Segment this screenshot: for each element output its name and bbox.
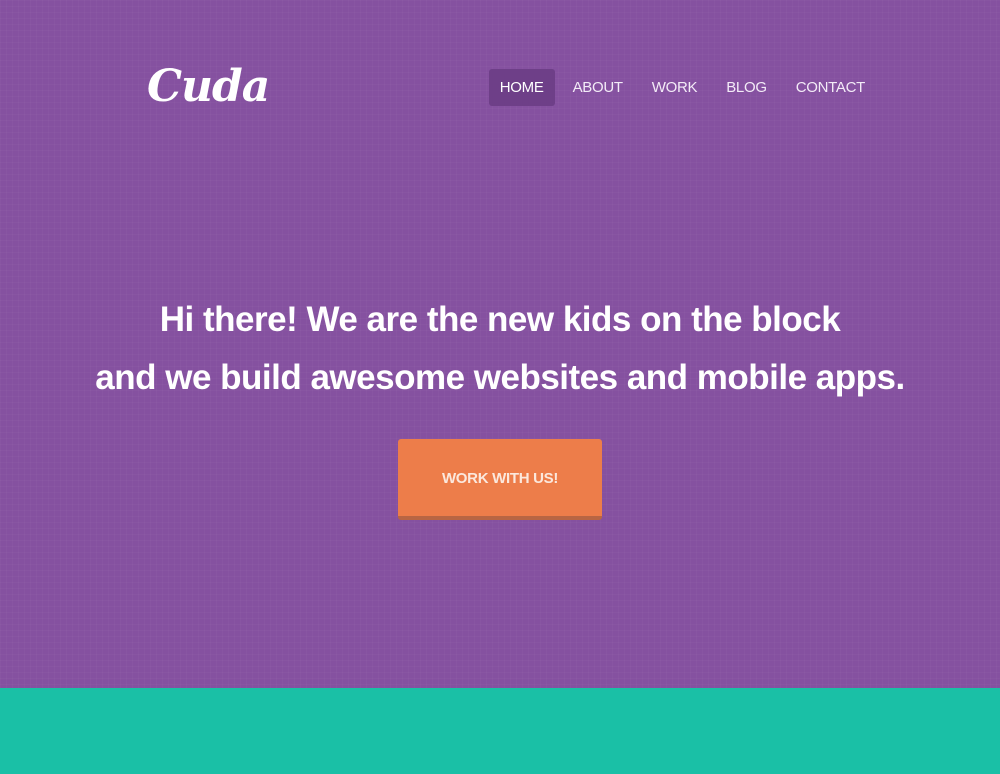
nav-item-work[interactable]: WORK bbox=[641, 69, 708, 106]
main-nav: HOME ABOUT WORK BLOG CONTACT bbox=[482, 69, 876, 106]
next-section-band bbox=[0, 688, 1000, 774]
page: Cuda HOME ABOUT WORK BLOG CONTACT Hi the… bbox=[0, 0, 1000, 774]
brand-logo[interactable]: Cuda bbox=[147, 60, 270, 114]
nav-item-home[interactable]: HOME bbox=[488, 69, 555, 106]
hero-headline: Hi there! We are the new kids on the blo… bbox=[0, 291, 1000, 407]
nav-item-about[interactable]: ABOUT bbox=[562, 69, 634, 106]
nav-item-blog[interactable]: BLOG bbox=[715, 69, 777, 106]
hero-headline-line-2: and we build awesome websites and mobile… bbox=[95, 358, 905, 398]
hero-headline-line-1: Hi there! We are the new kids on the blo… bbox=[159, 300, 841, 340]
hero-section: Cuda HOME ABOUT WORK BLOG CONTACT Hi the… bbox=[0, 0, 1000, 688]
work-with-us-button[interactable]: WORK WITH US! bbox=[398, 439, 602, 520]
nav-item-contact[interactable]: CONTACT bbox=[785, 69, 876, 106]
